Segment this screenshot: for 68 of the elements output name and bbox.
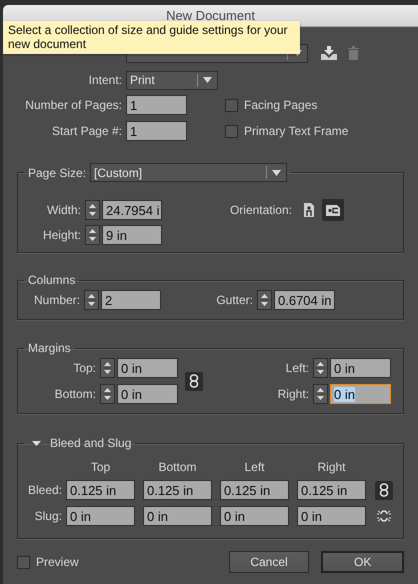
- number-field[interactable]: 1: [126, 95, 187, 115]
- field-label: Start Page #:: [50, 124, 123, 138]
- number-field[interactable]: 0.125 in: [66, 480, 135, 500]
- number-field[interactable]: 9 in: [102, 225, 162, 245]
- field-label: Number:: [32, 293, 81, 307]
- page-size-dropdown[interactable]: [Custom]: [90, 163, 288, 182]
- stepper-button[interactable]: [313, 358, 328, 378]
- field-label: Width:: [46, 203, 82, 217]
- cancel-button[interactable]: Cancel: [228, 551, 310, 573]
- group-label: Margins: [28, 341, 71, 355]
- number-field[interactable]: 24.7954 i: [102, 200, 162, 220]
- caret-icon: [203, 77, 212, 83]
- number-field[interactable]: 0 in: [220, 506, 289, 526]
- number-field[interactable]: 0 in: [330, 384, 391, 404]
- stepper-button[interactable]: [100, 358, 115, 378]
- group-label: Page Size:: [28, 166, 86, 180]
- stepper-button[interactable]: [257, 290, 272, 310]
- number-field[interactable]: 0 in: [117, 358, 178, 378]
- number-field[interactable]: 0 in: [143, 506, 212, 526]
- ok-button[interactable]: OK: [321, 551, 404, 573]
- row-label: Bleed:: [26, 483, 63, 497]
- group-label: Columns: [28, 273, 76, 287]
- field-label: Orientation:: [228, 203, 293, 217]
- stepper-button[interactable]: [85, 200, 100, 220]
- column-header: Bottom: [158, 460, 196, 474]
- number-field[interactable]: 1: [126, 121, 187, 141]
- stepper-button[interactable]: [313, 384, 328, 404]
- number-field[interactable]: 0 in: [117, 384, 178, 404]
- checkbox[interactable]: [225, 124, 238, 138]
- checkbox-label: Facing Pages: [244, 98, 318, 112]
- number-field[interactable]: 0 in: [330, 358, 391, 378]
- number-field[interactable]: 0.6704 in: [274, 290, 335, 310]
- field-label: Intent:: [88, 73, 123, 87]
- landscape-page-icon[interactable]: [322, 199, 344, 221]
- field-label: Bottom:: [54, 387, 97, 401]
- stepper-button[interactable]: [100, 384, 115, 404]
- intent-dropdown[interactable]: Print: [126, 70, 218, 90]
- field-label: Number of Pages:: [24, 98, 123, 112]
- row-label: Slug:: [34, 509, 63, 523]
- checkbox-label: Primary Text Frame: [244, 124, 348, 138]
- caret-icon: [293, 50, 302, 56]
- field-label: Top:: [72, 361, 97, 375]
- number-field[interactable]: 0.125 in: [220, 480, 289, 500]
- tooltip: Select a collection of size and guide settings for your new document: [3, 21, 300, 54]
- number-field[interactable]: 0 in: [66, 506, 135, 526]
- field-label: Gutter:: [215, 293, 254, 307]
- stepper-button[interactable]: [85, 225, 100, 245]
- link-chain-icon[interactable]: [185, 372, 203, 390]
- number-field[interactable]: 0 in: [297, 506, 366, 526]
- caret-icon: [272, 170, 282, 176]
- number-field[interactable]: 2: [101, 290, 161, 310]
- column-header: Left: [244, 460, 264, 474]
- number-field[interactable]: 0.125 in: [297, 480, 366, 500]
- disclosure-triangle-icon[interactable]: [32, 438, 41, 448]
- checkbox[interactable]: [225, 98, 238, 112]
- number-field[interactable]: 0.125 in: [143, 480, 212, 500]
- checkbox-label: Preview: [36, 555, 79, 569]
- checkbox[interactable]: [17, 556, 30, 568]
- window-title: New Document: [166, 8, 255, 23]
- field-label: Right:: [276, 387, 310, 401]
- field-label: Height:: [42, 228, 82, 242]
- stepper-button[interactable]: [84, 290, 99, 310]
- save-preset-icon[interactable]: [320, 46, 338, 60]
- field-label: Left:: [284, 361, 310, 375]
- link-chain-icon[interactable]: [375, 480, 393, 500]
- group-label: Bleed and Slug: [50, 436, 132, 450]
- column-header: Top: [90, 460, 110, 474]
- column-header: Right: [317, 460, 346, 474]
